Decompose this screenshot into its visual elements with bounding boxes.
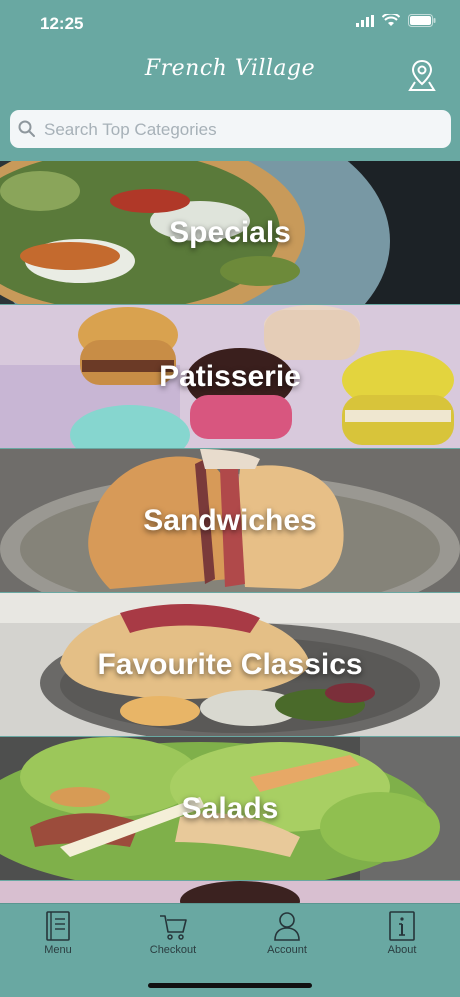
- search-input[interactable]: [42, 110, 446, 150]
- category-sandwiches[interactable]: Sandwiches: [0, 449, 460, 592]
- tab-bar: Menu Checkout Account About: [0, 903, 460, 997]
- header: French Village: [0, 50, 460, 100]
- tab-about-label: About: [387, 944, 417, 956]
- signal-icon: [356, 14, 374, 27]
- home-indicator: [148, 983, 312, 988]
- search-bar[interactable]: [10, 110, 451, 150]
- location-button[interactable]: [408, 58, 436, 92]
- category-label: Favourite Classics: [97, 647, 363, 681]
- book-icon: [46, 911, 70, 941]
- category-favourite-classics[interactable]: Favourite Classics: [0, 593, 460, 736]
- category-specials[interactable]: Specials: [0, 161, 460, 304]
- category-label: Salads: [181, 791, 279, 825]
- tab-about[interactable]: About: [362, 910, 442, 956]
- status-bar: 12:25: [0, 0, 460, 50]
- tab-account[interactable]: Account: [247, 910, 327, 956]
- battery-icon: [408, 14, 436, 27]
- status-time: 12:25: [40, 14, 84, 33]
- tab-menu-label: Menu: [44, 944, 72, 956]
- status-icons: [356, 14, 436, 27]
- search-icon: [18, 120, 35, 137]
- category-patisserie[interactable]: Patisserie: [0, 305, 460, 448]
- map-pin-icon: [408, 59, 436, 91]
- category-salads[interactable]: Salads: [0, 737, 460, 880]
- category-label: [0, 881, 460, 903]
- tab-checkout-label: Checkout: [149, 944, 197, 956]
- category-label: Specials: [169, 215, 291, 249]
- tab-account-label: Account: [267, 944, 307, 956]
- person-icon: [274, 912, 300, 941]
- wifi-icon: [382, 14, 400, 26]
- category-list[interactable]: Specials Patisserie Sandwiches Favourite…: [0, 161, 460, 903]
- tab-checkout[interactable]: Checkout: [133, 910, 213, 956]
- category-label: Sandwiches: [143, 503, 317, 537]
- info-icon: [389, 911, 415, 941]
- category-label: Patisserie: [159, 359, 301, 393]
- cart-icon: [160, 915, 187, 940]
- app-title: French Village: [144, 56, 316, 81]
- category-partial[interactable]: [0, 881, 460, 903]
- tab-menu[interactable]: Menu: [18, 910, 98, 956]
